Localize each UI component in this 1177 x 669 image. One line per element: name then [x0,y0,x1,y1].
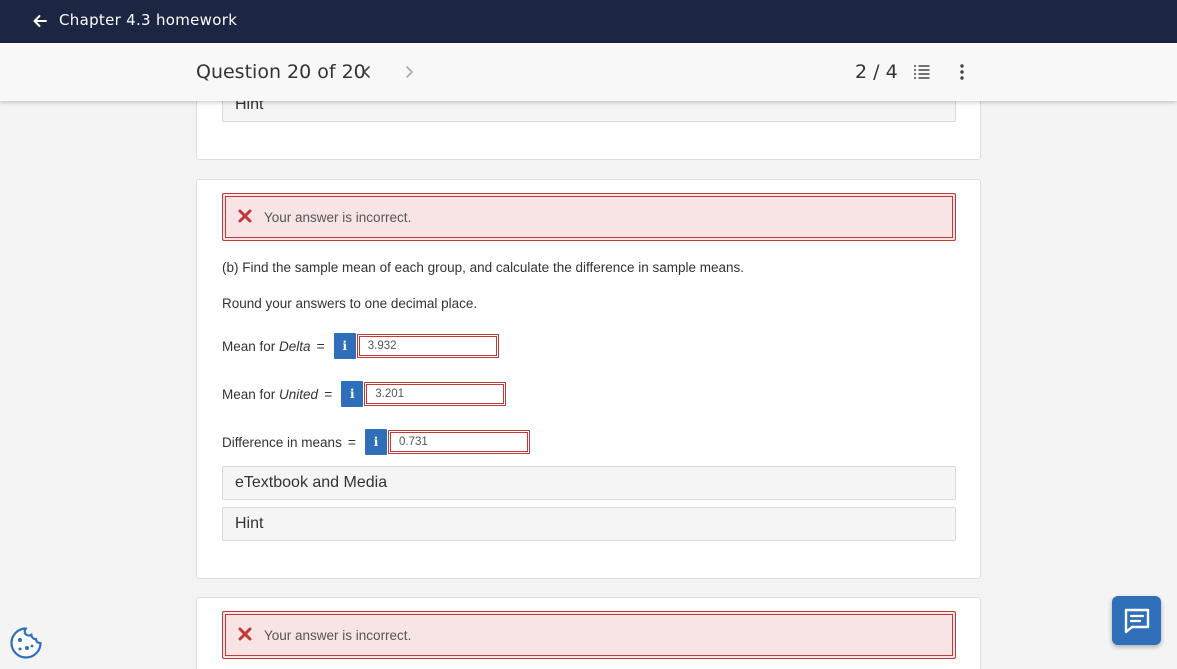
page-count: 2 / 4 [855,61,898,83]
question-counter: Question 20 of 20 [196,61,366,83]
difference-input[interactable] [390,432,528,452]
question-bar: Question 20 of 20 2 / 4 [0,43,1177,101]
previous-question-button[interactable] [357,62,377,82]
mean-delta-label: Mean for Delta [222,338,311,354]
x-mark-icon [238,627,252,641]
more-vertical-icon[interactable] [952,62,972,82]
alert-text: Your answer is incorrect. [264,210,412,225]
equals-sign: = [347,434,356,450]
incorrect-alert: Your answer is incorrect. [222,611,956,659]
info-icon[interactable]: i [341,381,364,407]
incorrect-alert: Your answer is incorrect. [222,193,956,241]
chat-icon [1124,608,1149,633]
x-mark-icon [238,209,252,223]
chevron-left-icon [363,66,370,78]
question-prompt: (b) Find the sample mean of each group, … [222,260,745,275]
answer-input-wrapper [388,430,530,454]
equals-sign: = [324,386,333,402]
question-card-b: Your answer is incorrect. (b) Find the s… [196,179,981,579]
answer-input-wrapper [364,382,507,406]
alert-text: Your answer is incorrect. [264,628,412,643]
mean-united-row: Mean for United = i [222,380,507,408]
mean-delta-input[interactable] [358,336,497,356]
chevron-right-icon [406,66,413,78]
mean-delta-row: Mean for Delta = i [222,332,499,360]
course-title[interactable]: Chapter 4.3 homework [59,11,237,29]
next-question-button[interactable] [399,62,419,82]
cookie-icon[interactable] [9,626,43,660]
difference-label: Difference in means [222,434,342,450]
info-icon[interactable]: i [333,333,356,359]
question-card-c: Your answer is incorrect. [196,597,981,669]
equals-sign: = [316,338,325,354]
mean-united-input[interactable] [366,384,505,404]
info-icon[interactable]: i [365,429,387,455]
rounding-instruction: Round your answers to one decimal place. [222,296,478,311]
difference-row: Difference in means = i [222,428,530,456]
answer-input-wrapper [356,334,499,358]
list-icon[interactable] [912,62,932,82]
etextbook-toggle[interactable]: eTextbook and Media [222,466,956,500]
mean-united-label: Mean for United [222,386,319,402]
chat-button[interactable] [1112,596,1161,645]
hint-toggle[interactable]: Hint [222,507,956,541]
arrow-left-icon[interactable] [30,11,50,31]
top-bar: Chapter 4.3 homework [0,0,1177,43]
